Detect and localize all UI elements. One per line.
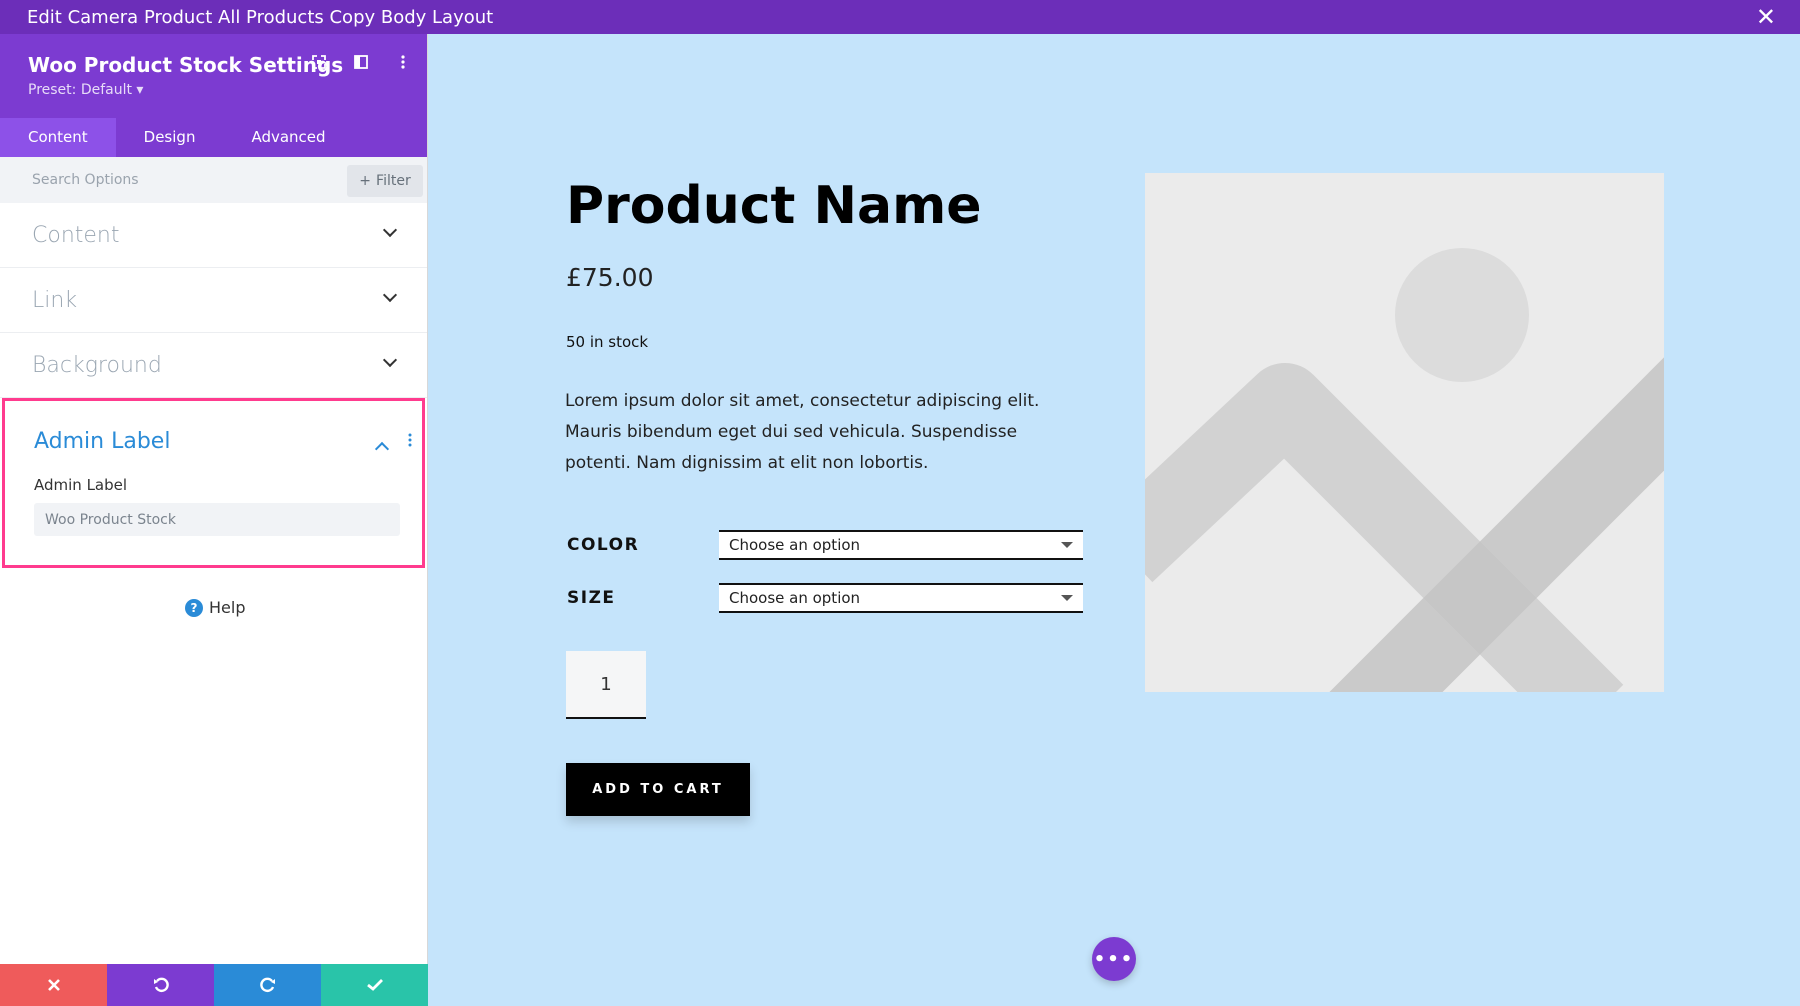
admin-label-field-label: Admin Label: [34, 476, 128, 494]
help-icon: ?: [185, 598, 203, 617]
undo-icon: [153, 977, 169, 993]
search-row: + Filter: [0, 157, 427, 203]
close-icon[interactable]: ✕: [1756, 4, 1776, 30]
more-horizontal-icon: •••: [1093, 948, 1135, 970]
product-price: £75.00: [566, 263, 654, 292]
chevron-down-icon: [382, 287, 398, 303]
search-options-input[interactable]: [32, 172, 272, 188]
settings-tabs: Content Design Advanced: [0, 118, 428, 157]
admin-label-section: Admin Label Admin Label: [2, 398, 425, 568]
help-link[interactable]: ? Help: [185, 598, 245, 617]
quantity-input[interactable]: 1: [566, 651, 646, 719]
page-canvas: Product Name £75.00 50 in stock Lorem ip…: [428, 34, 1800, 1006]
sidebar-header: Woo Product Stock Settings Preset: Defau…: [0, 34, 427, 157]
dropdown-arrow-icon: [1061, 595, 1073, 601]
add-to-cart-button[interactable]: ADD TO CART: [566, 763, 750, 816]
section-label: Link: [32, 287, 78, 313]
tab-advanced[interactable]: Advanced: [223, 118, 353, 157]
variation-color-row: COLOR Choose an option: [567, 530, 1083, 560]
redo-button[interactable]: [214, 964, 321, 1006]
split-view-icon[interactable]: [351, 54, 371, 73]
preset-dropdown[interactable]: Preset: Default ▾: [28, 82, 143, 98]
filter-button[interactable]: + Filter: [347, 165, 423, 197]
dropdown-arrow-icon: [1061, 542, 1073, 548]
filter-label: Filter: [376, 173, 411, 189]
product-stock: 50 in stock: [566, 333, 649, 351]
section-content[interactable]: Content: [0, 203, 427, 268]
variation-label: COLOR: [567, 535, 640, 555]
section-background[interactable]: Background: [0, 333, 427, 398]
save-button[interactable]: [321, 964, 428, 1006]
more-options-icon[interactable]: [393, 54, 413, 73]
tab-content[interactable]: Content: [0, 118, 116, 157]
plus-icon: +: [359, 173, 372, 189]
product-image-placeholder: [1145, 173, 1664, 692]
size-select[interactable]: Choose an option: [719, 583, 1083, 613]
sidebar-title: Woo Product Stock Settings: [28, 53, 344, 77]
product-name: Product Name: [566, 176, 982, 236]
tab-design[interactable]: Design: [116, 118, 224, 157]
redo-icon: [259, 977, 275, 993]
image-placeholder-icon: [1145, 173, 1664, 692]
color-select[interactable]: Choose an option: [719, 530, 1083, 560]
action-bar: [0, 964, 428, 1006]
chevron-down-icon: [382, 222, 398, 238]
admin-label-input[interactable]: [34, 503, 400, 536]
section-label: Background: [32, 352, 162, 378]
section-link[interactable]: Link: [0, 268, 427, 333]
variation-size-row: SIZE Choose an option: [567, 583, 1083, 613]
section-label: Content: [32, 222, 120, 248]
window-titlebar: Edit Camera Product All Products Copy Bo…: [0, 0, 1800, 34]
admin-label-section-title[interactable]: Admin Label: [34, 429, 170, 454]
close-icon: [47, 979, 60, 991]
select-value: Choose an option: [729, 536, 861, 554]
page-settings-fab[interactable]: •••: [1092, 937, 1136, 981]
help-label: Help: [209, 598, 246, 617]
checkmark-icon: [366, 979, 383, 991]
window-title: Edit Camera Product All Products Copy Bo…: [27, 6, 494, 28]
select-value: Choose an option: [729, 589, 861, 607]
variation-label: SIZE: [567, 588, 616, 608]
section-menu-icon[interactable]: [408, 433, 412, 447]
product-description: Lorem ipsum dolor sit amet, consectetur …: [565, 391, 1040, 473]
undo-button[interactable]: [107, 964, 214, 1006]
chevron-down-icon: [382, 352, 398, 368]
settings-sidebar: Woo Product Stock Settings Preset: Defau…: [0, 34, 428, 1006]
fullscreen-icon[interactable]: [309, 54, 329, 73]
chevron-up-icon[interactable]: [374, 441, 390, 457]
discard-button[interactable]: [0, 964, 107, 1006]
